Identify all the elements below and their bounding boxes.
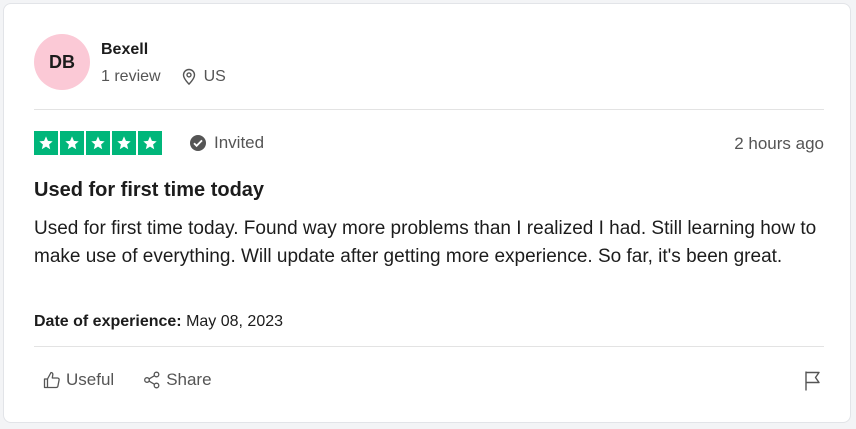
review-card: DB Bexell 1 review US Invited 2 hours ag… [3, 3, 851, 423]
review-body: Used for first time today. Found way mor… [34, 218, 817, 267]
star-icon [112, 131, 136, 155]
review-time: 2 hours ago [734, 134, 824, 153]
date-label: Date of experience: [34, 313, 182, 330]
reviewer-meta: 1 review US [101, 68, 226, 86]
share-button[interactable]: Share [142, 370, 212, 390]
review-actions: Useful Share [42, 370, 240, 390]
date-value: May 08, 2023 [186, 313, 284, 330]
divider [34, 346, 824, 347]
invited-badge[interactable]: Invited [189, 133, 264, 153]
useful-button[interactable]: Useful [42, 370, 114, 390]
reviewer-name[interactable]: Bexell [101, 41, 148, 59]
reviewer-header: DB Bexell 1 review US [34, 34, 824, 94]
check-circle-icon [190, 135, 206, 151]
location-pin-icon [182, 68, 195, 86]
share-icon [144, 371, 160, 389]
star-icon [34, 131, 58, 155]
date-of-experience: Date of experience: May 08, 2023 [34, 313, 283, 331]
review-title[interactable]: Used for first time today [34, 179, 264, 202]
star-icon [60, 131, 84, 155]
divider [34, 109, 824, 110]
star-rating [34, 131, 162, 155]
invited-label: Invited [214, 133, 265, 152]
useful-label: Useful [66, 370, 115, 389]
star-icon [86, 131, 110, 155]
review-count: 1 review [101, 68, 161, 85]
report-flag-button[interactable] [803, 370, 823, 397]
rating-row: Invited 2 hours ago [34, 131, 824, 157]
star-icon [138, 131, 162, 155]
country-label: US [203, 68, 226, 85]
reviewer-location: US [181, 68, 226, 86]
thumbs-up-icon [43, 371, 60, 389]
share-label: Share [166, 370, 212, 389]
flag-icon [805, 371, 820, 391]
avatar[interactable]: DB [34, 34, 90, 90]
